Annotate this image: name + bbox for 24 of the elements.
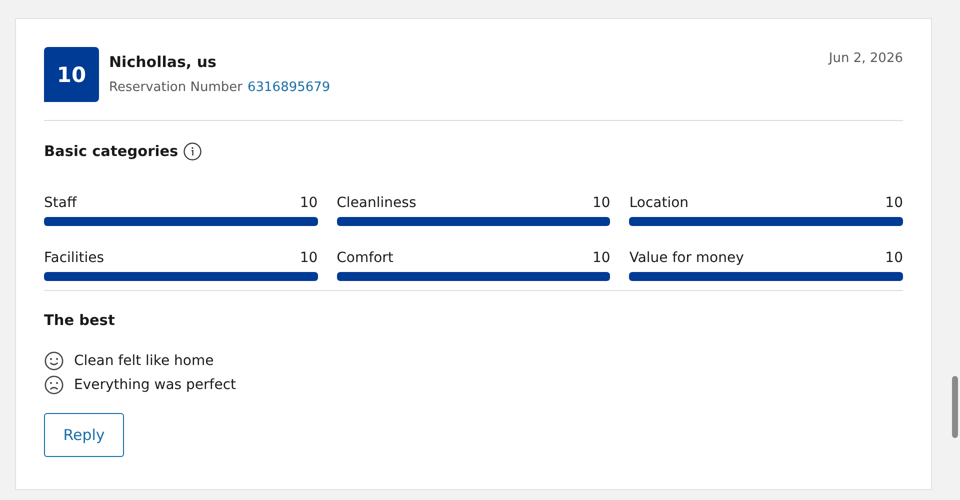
category-name: Staff bbox=[44, 195, 77, 211]
scrollbar-thumb[interactable] bbox=[952, 376, 958, 438]
category-name: Cleanliness bbox=[336, 195, 416, 211]
reservation-link[interactable]: 6316895679 bbox=[247, 80, 330, 95]
category-name: Comfort bbox=[336, 250, 394, 266]
score-badge: 10 bbox=[44, 47, 99, 102]
highlight-text: Clean felt like home bbox=[74, 353, 214, 369]
category-score: 10 bbox=[592, 250, 610, 266]
category-score: 10 bbox=[885, 250, 903, 266]
reply-button[interactable]: Reply bbox=[44, 413, 124, 457]
category-score: 10 bbox=[885, 195, 903, 211]
review-date: Jun 2, 2026 bbox=[828, 50, 903, 66]
category-name: Value for money bbox=[629, 250, 744, 266]
highlight-text: Everything was perfect bbox=[74, 377, 236, 393]
section-title: Basic categories bbox=[44, 144, 178, 160]
section-title: The best bbox=[44, 313, 116, 329]
guest-name: Nichollas, us bbox=[109, 53, 218, 71]
category-name: Location bbox=[629, 195, 689, 211]
category-score: 10 bbox=[300, 250, 318, 266]
category-score: 10 bbox=[592, 195, 610, 211]
info-icon[interactable] bbox=[183, 142, 202, 161]
category-name: Facilities bbox=[44, 250, 104, 266]
category-score: 10 bbox=[300, 195, 318, 211]
reservation-label: Reservation Number bbox=[109, 80, 242, 95]
